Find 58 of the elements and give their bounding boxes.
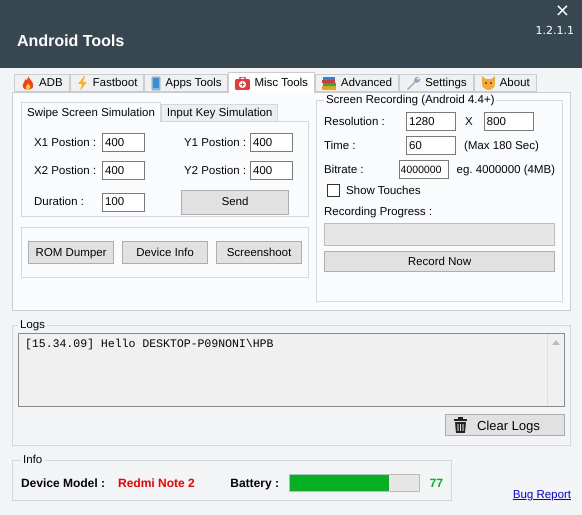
- version-text: 1.2.1.1: [536, 24, 574, 37]
- tab[interactable]: Swipe Screen Simulation: [21, 102, 161, 122]
- wrench-icon: [406, 76, 422, 90]
- number-field[interactable]: 100: [102, 192, 145, 212]
- field-label: Battery :: [230, 476, 279, 490]
- tool-button[interactable]: Device Info: [122, 241, 208, 264]
- tab[interactable]: Fastboot: [70, 74, 144, 92]
- send-button[interactable]: Send: [181, 190, 289, 215]
- number-field[interactable]: 400: [250, 133, 293, 152]
- number-field[interactable]: 800: [484, 112, 534, 131]
- field-label: X1 Postion :: [34, 136, 98, 149]
- number-field[interactable]: 400: [102, 161, 145, 180]
- books-icon: [322, 76, 337, 90]
- checkbox-label: Show Touches: [346, 184, 421, 196]
- field-label: Duration :: [34, 196, 85, 208]
- field-label: X2 Postion :: [34, 164, 98, 177]
- field-label: Device Model :: [21, 476, 106, 490]
- tab[interactable]: About: [474, 74, 537, 92]
- number-field[interactable]: 1280: [406, 112, 456, 131]
- tool-button[interactable]: ROM Dumper: [28, 241, 114, 264]
- phone-icon: [151, 76, 162, 90]
- tab[interactable]: ADB: [14, 74, 70, 92]
- battery-value: 77: [430, 476, 443, 490]
- number-field[interactable]: 4000000: [398, 160, 449, 179]
- bug-report-link[interactable]: Bug Report: [512, 489, 571, 501]
- times-label: X: [465, 116, 473, 128]
- log-line: [15.34.09] Hello DESKTOP-P09NONI\HPB: [25, 338, 274, 351]
- group-title: Screen Recording (Android 4.4+): [325, 94, 496, 106]
- record-button[interactable]: Record Now: [324, 251, 555, 272]
- group-title: Logs: [19, 319, 46, 331]
- tab[interactable]: Input Key Simulation: [160, 104, 278, 121]
- tool-button[interactable]: Screenshoot: [216, 241, 302, 264]
- number-field[interactable]: 60: [406, 136, 456, 155]
- tab[interactable]: Misc Tools: [228, 72, 315, 93]
- checkbox[interactable]: [327, 184, 340, 197]
- device-model-value: Redmi Note 2: [118, 476, 196, 490]
- number-field[interactable]: 400: [102, 133, 145, 152]
- tab[interactable]: Apps Tools: [144, 74, 228, 92]
- first-aid-kit-icon: [235, 76, 250, 90]
- field-label: Time :: [324, 140, 357, 152]
- field-label: Y2 Postion :: [184, 164, 248, 177]
- tab[interactable]: Settings: [399, 74, 474, 92]
- group-title: Info: [22, 454, 44, 466]
- hint-text: (Max 180 Sec): [464, 140, 539, 152]
- hint-text: eg. 4000000 (4MB): [456, 164, 555, 176]
- field-label: Recording Progress :: [324, 206, 434, 218]
- cat-face-icon: [480, 76, 496, 90]
- trash-icon: [454, 417, 467, 433]
- flame-icon: [21, 76, 35, 90]
- number-field[interactable]: 400: [250, 161, 293, 180]
- field-label: Resolution :: [324, 116, 386, 128]
- lightning-icon: [76, 76, 89, 90]
- window-title: Android Tools: [17, 33, 124, 51]
- field-label: Y1 Postion :: [184, 136, 248, 149]
- tab[interactable]: Advanced: [314, 74, 400, 92]
- close-button[interactable]: ×: [552, 2, 572, 20]
- clear-logs-button[interactable]: Clear Logs: [445, 414, 565, 436]
- field-label: Bitrate :: [324, 164, 365, 176]
